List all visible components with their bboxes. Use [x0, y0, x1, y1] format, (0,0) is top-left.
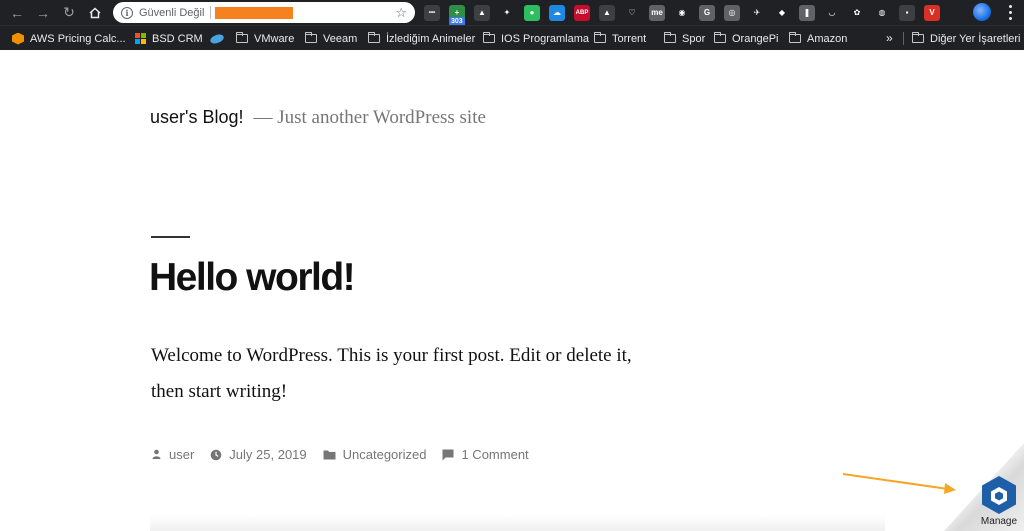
redacted-url: [215, 6, 294, 19]
address-bar[interactable]: i Güvenli Değil ☆: [113, 2, 415, 23]
post-comments-text: 1 Comment: [461, 447, 529, 462]
post-date[interactable]: July 25, 2019: [210, 447, 307, 462]
bookmark-label: IOS Programlama: [501, 32, 590, 45]
content-shadow: [150, 515, 885, 531]
browser-toolbar: ← → ↻ i Güvenli Değil ☆ ••• +303 ▲ ✦ ● ☁ ABP ▲ ♡…: [0, 0, 1024, 26]
clock-icon: [210, 449, 222, 460]
post-category[interactable]: Uncategorized: [323, 447, 427, 462]
post-category-text: Uncategorized: [342, 447, 427, 462]
reload-icon[interactable]: ↻: [58, 2, 80, 24]
folder-icon: [236, 32, 248, 43]
aws-icon: [12, 32, 24, 45]
manage-button[interactable]: Manage: [974, 475, 1024, 531]
ext-me-icon[interactable]: me: [649, 4, 665, 21]
bookmark-label: Veeam: [323, 32, 358, 45]
folder-icon: [368, 32, 380, 43]
bookmark-item[interactable]: IOS Programlama: [483, 26, 589, 51]
site-title[interactable]: user's Blog!: [150, 107, 243, 128]
bookmark-item[interactable]: [209, 26, 225, 51]
folder-icon: [789, 32, 801, 43]
bookmark-label: İzlediğim Animeler: [386, 32, 476, 45]
category-folder-icon: [323, 450, 336, 460]
ext-heart-icon[interactable]: ♡: [624, 4, 640, 21]
bookmark-item[interactable]: İzlediğim Animeler: [368, 26, 475, 51]
back-icon[interactable]: ←: [6, 2, 28, 24]
manage-label: Manage: [980, 516, 1018, 527]
vm-icon: [209, 32, 225, 45]
bookmark-label: AWS Pricing Calc...: [30, 32, 126, 45]
security-status: Güvenli Değil: [139, 6, 205, 19]
address-separator: [210, 6, 212, 19]
ext-gear-icon[interactable]: ✿: [849, 4, 865, 21]
bookmark-item[interactable]: Torrent: [594, 26, 646, 51]
site-header: user's Blog! — Just another WordPress si…: [150, 107, 486, 129]
ext-gray-icon[interactable]: ▪: [899, 4, 915, 21]
info-icon[interactable]: i: [121, 6, 133, 19]
bookmark-star-icon[interactable]: ☆: [395, 5, 407, 21]
ext-bird-icon[interactable]: ✦: [499, 4, 515, 21]
folder-icon: [305, 32, 317, 43]
bookmark-item[interactable]: BSD CRM: [135, 26, 203, 51]
browser-menu-icon[interactable]: [1003, 5, 1017, 20]
site-description: — Just another WordPress site: [253, 107, 486, 128]
home-icon[interactable]: [84, 2, 106, 24]
ext-dots-icon[interactable]: •••: [424, 4, 440, 21]
author-icon: [152, 449, 161, 459]
ext-ufo-icon[interactable]: ✈: [749, 4, 765, 21]
post-content: Welcome to WordPress. This is your first…: [151, 345, 632, 402]
bookmarks-divider: [903, 32, 904, 45]
bookmark-label: OrangePi: [732, 32, 779, 45]
ext-drive-icon[interactable]: ▲: [599, 4, 615, 21]
folder-icon: [483, 32, 495, 43]
title-divider: [151, 236, 190, 238]
ext-rss-icon[interactable]: +303: [449, 4, 465, 26]
ext-bookmark-icon[interactable]: ❚: [799, 4, 815, 21]
post-title[interactable]: Hello world!: [149, 256, 356, 300]
ext-shield-icon[interactable]: ▲: [474, 4, 490, 21]
folder-icon: [594, 32, 606, 43]
bookmark-item[interactable]: OrangePi: [714, 26, 778, 51]
ext-chat-icon[interactable]: ◍: [874, 4, 890, 21]
ext-bulb-icon[interactable]: ◎: [724, 4, 740, 21]
bookmark-item[interactable]: Amazon: [789, 26, 847, 51]
post-meta: user July 25, 2019 Uncategorized 1 Comme…: [151, 447, 545, 462]
ext-g-icon[interactable]: G: [699, 4, 715, 21]
bookmark-label: BSD CRM: [152, 32, 203, 45]
ext-pocket-icon[interactable]: ◡: [824, 4, 840, 21]
bookmark-item[interactable]: Spor: [664, 26, 705, 51]
hexagon-logo-icon: [982, 476, 1016, 514]
bookmarks-overflow-icon[interactable]: »: [886, 31, 893, 45]
bookmark-label: Torrent: [612, 32, 647, 45]
post-date-text: July 25, 2019: [229, 447, 307, 462]
bookmark-label: Amazon: [807, 32, 848, 45]
ext-drop-icon[interactable]: ◆: [774, 4, 790, 21]
author-name: user: [169, 447, 195, 462]
extensions-bar: ••• +303 ▲ ✦ ● ☁ ABP ▲ ♡ me ◉ G ◎ ✈ ◆ ❚ ◡ ✿ ◍ ▪ V: [424, 3, 949, 26]
ext-abp-icon[interactable]: ABP: [574, 4, 590, 21]
microsoft-icon: [135, 33, 146, 44]
ext-circle-icon[interactable]: ◉: [674, 4, 690, 21]
folder-icon: [912, 32, 924, 43]
bookmark-item[interactable]: AWS Pricing Calc...: [12, 26, 126, 51]
bookmark-label: Spor: [682, 32, 706, 45]
folder-icon: [714, 32, 726, 43]
profile-avatar[interactable]: [973, 3, 991, 21]
ext-evernote-icon[interactable]: ●: [524, 4, 540, 21]
other-bookmarks-label: Diğer Yer İşaretleri: [930, 32, 1021, 45]
ext-cloud-icon[interactable]: ☁: [549, 4, 565, 21]
post-author[interactable]: user: [151, 447, 194, 462]
other-bookmarks[interactable]: Diğer Yer İşaretleri: [912, 26, 1021, 51]
post-comments[interactable]: 1 Comment: [442, 447, 529, 462]
ext-v-icon[interactable]: V: [924, 4, 940, 21]
page-content: user's Blog! — Just another WordPress si…: [0, 50, 1024, 531]
folder-icon: [664, 32, 676, 43]
bookmarks-bar: » Diğer Yer İşaretleri AWS Pricing Calc.…: [0, 25, 1024, 50]
comment-icon: [442, 449, 454, 460]
forward-icon[interactable]: →: [32, 2, 54, 24]
bookmark-label: VMware: [254, 32, 295, 45]
bookmark-item[interactable]: VMware: [236, 26, 294, 51]
bookmark-item[interactable]: Veeam: [305, 26, 357, 51]
